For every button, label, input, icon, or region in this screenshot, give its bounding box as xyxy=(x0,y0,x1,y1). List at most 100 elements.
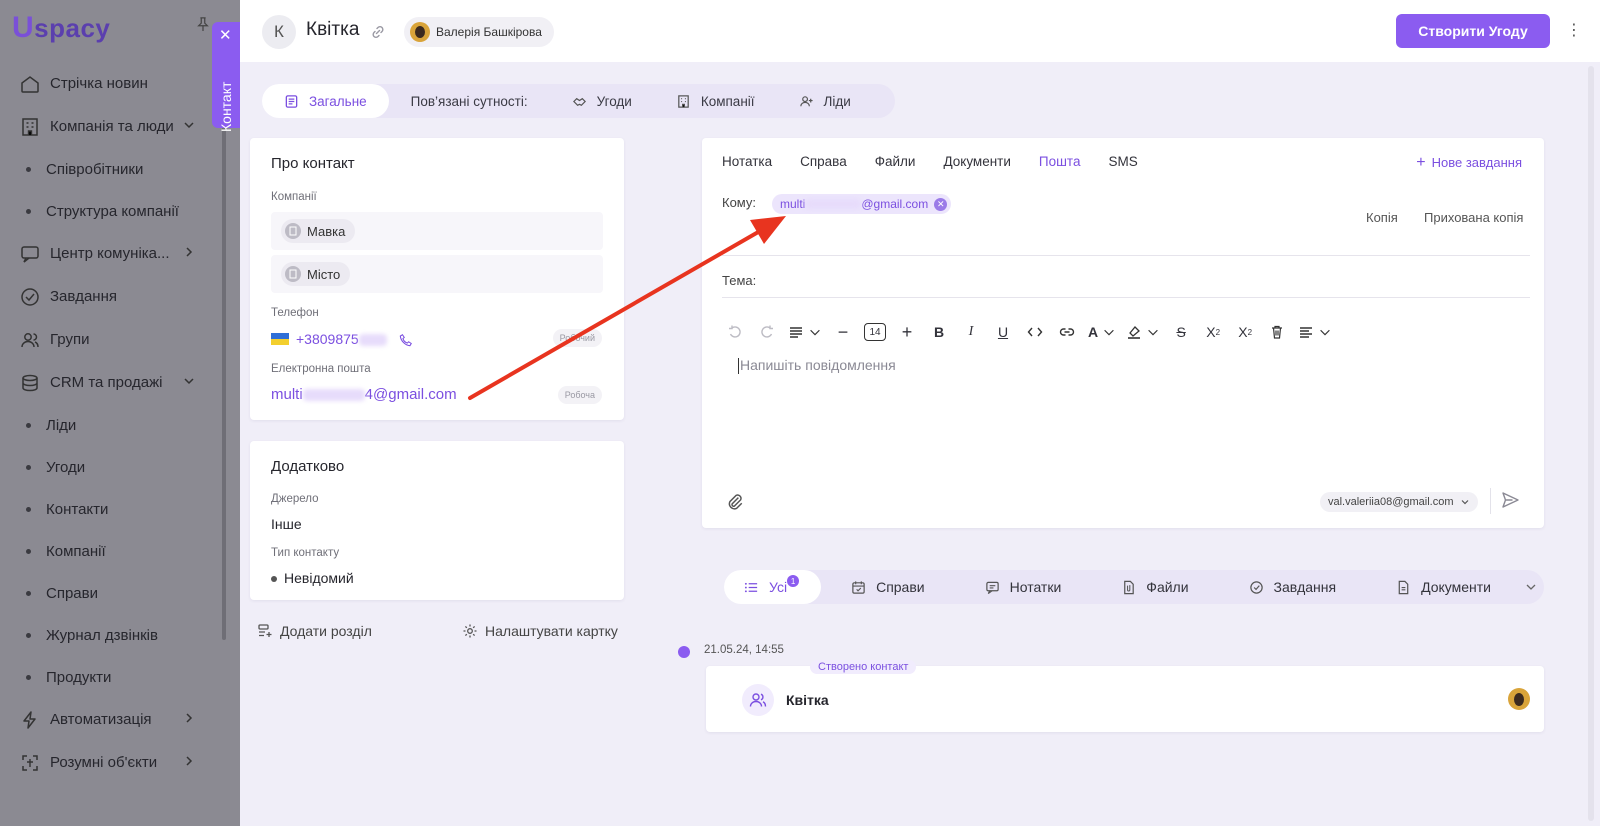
email-link[interactable]: multi 4@gmail.com xyxy=(271,386,457,403)
bold-icon[interactable]: B xyxy=(928,321,950,343)
sidebar-subitem-10[interactable]: Контакти xyxy=(0,488,222,530)
sidebar-subitem-13[interactable]: Журнал дзвінків xyxy=(0,614,222,656)
redo-icon[interactable] xyxy=(756,321,778,343)
chevron-right-icon[interactable] xyxy=(182,754,196,768)
bcc-button[interactable]: Прихована копія xyxy=(1424,210,1523,225)
phone-icon[interactable] xyxy=(399,333,413,347)
timeline-tab-3[interactable]: Файли xyxy=(1091,570,1218,604)
composer-tab-0[interactable]: Нотатка xyxy=(722,154,772,169)
sidebar-item-label: Розумні об'єкти xyxy=(50,754,158,771)
sidebar-subitem-9[interactable]: Угоди xyxy=(0,446,222,488)
company-chip[interactable]: Місто xyxy=(281,262,351,286)
highlight-color-icon[interactable] xyxy=(1126,321,1160,343)
recipient-prefix: multi xyxy=(780,197,806,211)
send-icon[interactable] xyxy=(1500,490,1520,510)
sidebar-item-5[interactable]: Завдання xyxy=(0,275,222,318)
owner-chip[interactable]: Валерія Башкірова xyxy=(404,17,554,47)
ukraine-flag-icon xyxy=(271,333,289,345)
tab-general[interactable]: Загальне xyxy=(262,84,389,118)
recipient-chip[interactable]: multi @gmail.com ✕ xyxy=(772,194,952,214)
tab-deals[interactable]: Угоди xyxy=(550,84,654,118)
composer-tab-1[interactable]: Справа xyxy=(800,154,847,169)
sidebar-subitem-8[interactable]: Ліди xyxy=(0,404,222,446)
contact-panel-tab[interactable]: ✕ Контакт xyxy=(212,22,240,132)
cc-button[interactable]: Копія xyxy=(1366,210,1398,225)
link-icon[interactable] xyxy=(370,24,386,40)
chevron-down-icon[interactable] xyxy=(1524,580,1538,594)
more-icon[interactable]: ⋮ xyxy=(1566,20,1582,42)
paperclip-icon[interactable] xyxy=(726,492,744,510)
sidebar-scrollbar[interactable] xyxy=(222,80,226,640)
sidebar: Uspacy Стрічка новин Компанія та люди Спів… xyxy=(0,0,240,826)
pin-icon[interactable] xyxy=(196,16,212,34)
sidebar-subitem-14[interactable]: Продукти xyxy=(0,656,222,698)
tab-companies[interactable]: Компанії xyxy=(654,84,777,118)
configure-card-button[interactable]: Налаштувати картку xyxy=(462,623,618,639)
sidebar-item-6[interactable]: Групи xyxy=(0,318,222,361)
superscript-icon[interactable]: X2 xyxy=(1234,321,1256,343)
chevron-down-icon[interactable] xyxy=(182,374,196,388)
tab-deals-label: Угоди xyxy=(596,93,632,109)
undo-icon[interactable] xyxy=(724,321,746,343)
sidebar-subitem-2[interactable]: Співробітники xyxy=(0,148,222,190)
sidebar-subitem-3[interactable]: Структура компанії xyxy=(0,190,222,232)
timeline-tab-4[interactable]: Завдання xyxy=(1219,570,1367,604)
strikethrough-icon[interactable]: S xyxy=(1170,321,1192,343)
composer-tab-5[interactable]: SMS xyxy=(1108,154,1137,169)
paragraph-format-icon[interactable] xyxy=(788,321,822,343)
sidebar-item-15[interactable]: Автоматизація xyxy=(0,698,222,741)
link-icon[interactable] xyxy=(1056,321,1078,343)
email-type-badge: Робоча xyxy=(557,386,602,404)
underline-icon[interactable]: U xyxy=(992,321,1014,343)
phone-link[interactable]: +3809875 xyxy=(296,331,413,347)
redacted-blur xyxy=(302,389,365,402)
tab-leads[interactable]: Ліди xyxy=(777,84,873,118)
chevron-right-icon[interactable] xyxy=(182,245,196,259)
company-chip[interactable]: Мавка xyxy=(281,219,356,243)
text-color-icon[interactable]: A xyxy=(1088,321,1116,343)
sidebar-item-4[interactable]: Центр комуніка... xyxy=(0,232,222,275)
font-size-field[interactable]: 14 xyxy=(864,321,886,343)
code-icon[interactable] xyxy=(1024,321,1046,343)
sidebar-item-0[interactable]: Стрічка новин xyxy=(0,62,222,105)
subject-field[interactable]: Тема: xyxy=(722,273,756,288)
sidebar-item-label: Стрічка новин xyxy=(50,75,148,92)
composer-tab-4[interactable]: Пошта xyxy=(1039,154,1081,169)
timeline-tab-2[interactable]: Нотатки xyxy=(955,570,1092,604)
additional-card: Додатково Джерело Інше Тип контакту Неві… xyxy=(250,441,624,600)
increase-font-icon[interactable]: + xyxy=(896,321,918,343)
composer-tab-3[interactable]: Документи xyxy=(943,154,1010,169)
divider xyxy=(1490,488,1491,514)
close-icon[interactable]: ✕ xyxy=(219,28,232,44)
chevron-right-icon[interactable] xyxy=(182,711,196,725)
composer-tab-2[interactable]: Файли xyxy=(875,154,916,169)
new-task-button[interactable]: + Нове завдання xyxy=(1416,154,1522,172)
timeline-event[interactable]: Створено контакт Квітка xyxy=(706,660,1544,732)
sidebar-subitem-label: Структура компанії xyxy=(46,202,179,220)
sender-select[interactable]: val.valeriia08@gmail.com xyxy=(1320,492,1478,512)
sidebar-subitem-12[interactable]: Справи xyxy=(0,572,222,614)
add-section-button[interactable]: Додати розділ xyxy=(257,623,372,639)
create-deal-button[interactable]: Створити Угоду xyxy=(1396,14,1550,48)
chevron-down-icon[interactable] xyxy=(182,118,196,132)
sidebar-item-label: CRM та продажі xyxy=(50,374,163,391)
align-icon[interactable] xyxy=(1298,321,1332,343)
remove-recipient-icon[interactable]: ✕ xyxy=(934,197,948,211)
italic-icon[interactable]: I xyxy=(960,321,982,343)
timeline-tab-0[interactable]: Усі 1 xyxy=(724,570,822,604)
sidebar-item-16[interactable]: Розумні об'єкти xyxy=(0,741,222,784)
timeline-tab-5[interactable]: Документи xyxy=(1366,570,1521,604)
divider xyxy=(722,297,1530,298)
subscript-icon[interactable]: X2 xyxy=(1202,321,1224,343)
composer-tabs: Нотатка Справа Файли Документи Пошта SMS xyxy=(722,154,1166,169)
message-editor[interactable]: Напишіть повідомлення xyxy=(738,357,896,375)
main-scrollbar[interactable] xyxy=(1588,66,1594,821)
sidebar-item-7[interactable]: CRM та продажі xyxy=(0,361,222,404)
uspacy-logo[interactable]: Uspacy xyxy=(12,10,110,46)
decrease-font-icon[interactable]: − xyxy=(832,321,854,343)
handshake-icon xyxy=(572,97,586,106)
timeline-tab-1[interactable]: Справи xyxy=(821,570,955,604)
sidebar-item-1[interactable]: Компанія та люди xyxy=(0,105,222,148)
sidebar-subitem-11[interactable]: Компанії xyxy=(0,530,222,572)
clear-format-icon[interactable] xyxy=(1266,321,1288,343)
